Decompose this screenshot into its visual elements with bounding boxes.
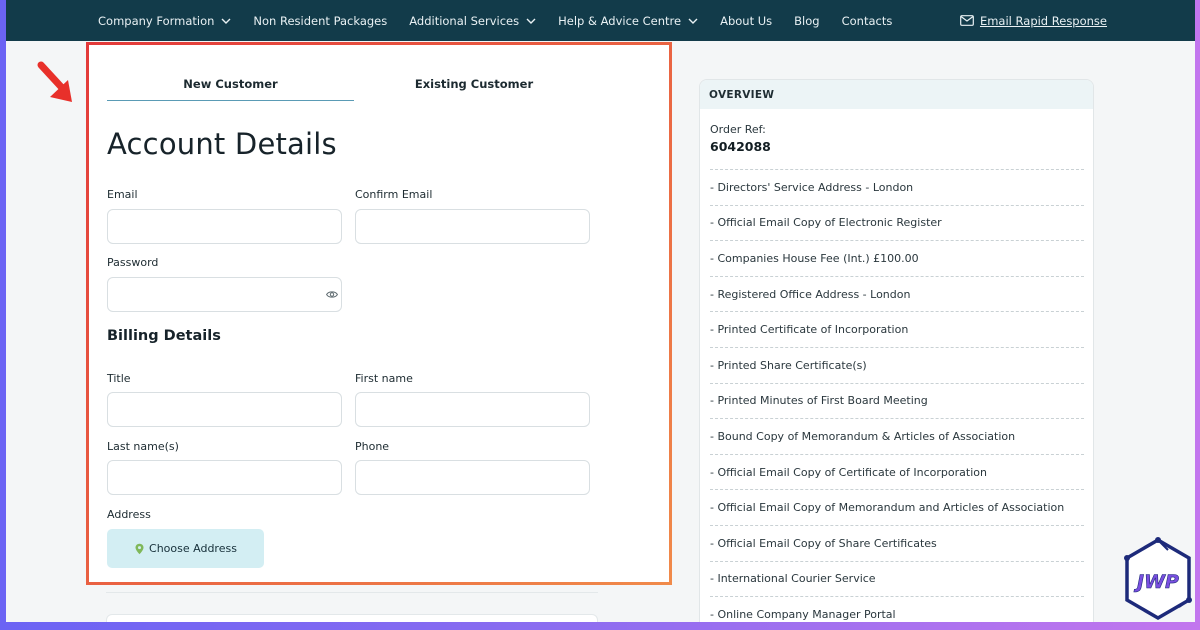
overview-list: - Directors' Service Address - London - O… (710, 169, 1084, 622)
page-frame: Company Formation Non Resident Packages Ad… (6, 0, 1195, 622)
nav-item-additional-services[interactable]: Additional Services (409, 14, 536, 28)
list-item: - Official Email Copy of Certificate of … (710, 453, 1084, 490)
address-label: Address (107, 508, 151, 521)
phone-field[interactable] (355, 460, 590, 495)
list-item: - Directors' Service Address - London (710, 169, 1084, 205)
nav-item-contacts[interactable]: Contacts (842, 14, 893, 28)
nav-item-label: Additional Services (409, 13, 520, 28)
list-item: - Official Email Copy of Electronic Regi… (710, 204, 1084, 241)
list-item: - Official Email Copy of Memorandum and … (710, 489, 1084, 525)
eye-icon[interactable] (326, 290, 338, 299)
chevron-down-icon (688, 18, 698, 24)
email-rapid-response-link[interactable]: Email Rapid Response (960, 0, 1107, 41)
nav-item-about-us[interactable]: About Us (720, 14, 772, 28)
list-item: - Bound Copy of Memorandum & Articles of… (710, 418, 1084, 454)
choose-address-label: Choose Address (149, 542, 237, 555)
logo-text: JWP (1133, 571, 1179, 593)
confirm-email-label: Confirm Email (355, 188, 433, 201)
email-label: Email (107, 188, 138, 201)
list-item: - Companies House Fee (Int.) £100.00 (710, 240, 1084, 276)
phone-label: Phone (355, 440, 390, 453)
tab-new-customer[interactable]: New Customer (107, 67, 354, 101)
last-name-field[interactable] (107, 460, 342, 495)
tab-existing-customer[interactable]: Existing Customer (354, 67, 594, 101)
page-title: Account Details (107, 127, 337, 161)
nav-item-label: About Us (720, 13, 773, 28)
nav-item-company-formation[interactable]: Company Formation (98, 14, 231, 28)
nav-item-label: Help & Advice Centre (558, 13, 682, 28)
nav-item-label: Blog (794, 13, 820, 28)
nav-item-non-resident-packages[interactable]: Non Resident Packages (253, 14, 387, 28)
list-item: - Official Email Copy of Share Certifica… (710, 524, 1084, 561)
next-section-card (106, 614, 598, 622)
chevron-down-icon (526, 18, 536, 24)
list-item: - Registered Office Address - London (710, 275, 1084, 312)
list-item: - Online Company Manager Portal (710, 596, 1084, 622)
password-label: Password (107, 256, 159, 269)
title-field[interactable] (107, 392, 342, 427)
chevron-down-icon (221, 18, 231, 24)
password-field[interactable] (107, 277, 342, 312)
choose-address-button[interactable]: Choose Address (107, 529, 264, 568)
nav-item-help-advice-centre[interactable]: Help & Advice Centre (558, 14, 698, 28)
list-item: - International Courier Service (710, 560, 1084, 597)
email-field[interactable] (107, 209, 342, 244)
overview-header: OVERVIEW (700, 80, 1093, 109)
order-ref-label: Order Ref: (710, 123, 766, 136)
email-rapid-response-label: Email Rapid Response (979, 13, 1107, 28)
account-form-panel: New Customer Existing Customer Account D… (86, 42, 672, 585)
overview-panel: OVERVIEW Order Ref: 6042088 - Directors'… (699, 79, 1094, 622)
first-name-label: First name (355, 372, 413, 385)
nav-item-label: Contacts (841, 13, 893, 28)
nav-item-blog[interactable]: Blog (794, 14, 819, 28)
list-item: - Printed Certificate of Incorporation (710, 311, 1084, 347)
red-arrow-icon (37, 61, 72, 102)
billing-details-title: Billing Details (107, 328, 221, 344)
confirm-email-field[interactable] (355, 209, 590, 244)
nav-item-label: Company Formation (98, 13, 215, 28)
mail-icon (960, 15, 974, 26)
nav-item-label: Non Resident Packages (253, 13, 388, 28)
map-pin-icon (135, 543, 144, 554)
list-item: - Printed Share Certificate(s) (710, 346, 1084, 383)
last-name-label: Last name(s) (107, 440, 179, 453)
first-name-field[interactable] (355, 392, 590, 427)
customer-tabs: New Customer Existing Customer (107, 67, 587, 103)
title-label: Title (107, 372, 131, 385)
order-ref-value: 6042088 (710, 139, 771, 154)
list-item: - Printed Minutes of First Board Meeting (710, 382, 1084, 419)
jwp-logo-icon: JWP (1124, 537, 1192, 621)
